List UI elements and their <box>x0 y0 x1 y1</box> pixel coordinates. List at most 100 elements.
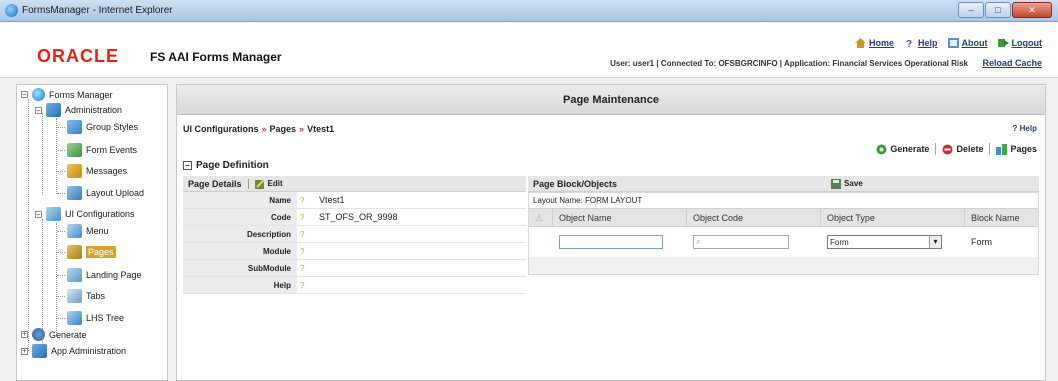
window-controls: – □ ✕ <box>958 2 1052 18</box>
maximize-button[interactable]: □ <box>985 2 1011 18</box>
help-icon[interactable]: ? <box>297 277 317 293</box>
generate-icon <box>32 328 45 341</box>
page-objects-bar: Page Block/Objects Save <box>528 176 1039 192</box>
tree-node-app-administration[interactable]: + App Administration <box>21 344 126 358</box>
top-links: Home ? Help About Logout <box>854 38 1042 48</box>
save-icon <box>831 178 842 189</box>
help-icon: ? <box>906 39 912 48</box>
lhs-tree: – Forms Manager – Administration Group S… <box>16 84 168 381</box>
collapse-icon[interactable]: – <box>35 210 42 218</box>
close-button[interactable]: ✕ <box>1012 2 1052 18</box>
tree-node-generate[interactable]: + Generate <box>21 328 87 341</box>
collapse-icon[interactable]: – <box>35 106 42 114</box>
globe-icon <box>32 88 45 101</box>
column-object-name[interactable]: Object Name <box>553 209 687 226</box>
home-icon <box>854 38 866 48</box>
minimize-button[interactable]: – <box>958 2 984 18</box>
page-title: Page Maintenance <box>177 85 1045 115</box>
chevron-down-icon[interactable]: ▾ <box>929 236 941 248</box>
home-link[interactable]: Home <box>854 38 894 48</box>
breadcrumb-separator: » <box>261 124 267 134</box>
table-row: ⌕ Form ▾ Form <box>529 227 1038 257</box>
pages-button[interactable]: Pages <box>996 143 1037 155</box>
objects-table-header: ⚠ Object Name Object Code Object Type Bl… <box>529 209 1038 227</box>
ui-configurations-icon <box>46 207 61 221</box>
form-events-icon <box>67 143 82 157</box>
landing-page-icon <box>67 268 82 282</box>
pages-icon <box>996 143 1008 155</box>
collapse-icon[interactable]: – <box>183 161 192 170</box>
breadcrumb-separator: » <box>299 124 305 134</box>
pages-icon <box>67 245 82 259</box>
collapse-icon[interactable]: – <box>21 91 28 98</box>
layout-upload-icon <box>67 186 82 200</box>
tree-node-layout-upload[interactable]: Layout Upload <box>67 186 144 200</box>
detail-row-submodule: SubModule ? <box>183 260 526 277</box>
sort-icon[interactable]: ⚠ <box>529 209 553 226</box>
help-icon[interactable]: ? <box>297 192 317 208</box>
page-details-bar: Page Details Edit <box>183 176 526 192</box>
main-panel: Page Maintenance UI Configurations» Pages… <box>176 84 1046 381</box>
tree-node-menu[interactable]: Menu <box>67 224 109 238</box>
window-titlebar: FormsManager - Internet Explorer – □ ✕ <box>0 0 1058 22</box>
object-code-input[interactable]: ⌕ <box>693 235 789 249</box>
logout-icon <box>997 39 1009 47</box>
window-title: FormsManager - Internet Explorer <box>22 5 173 16</box>
delete-icon <box>942 144 953 154</box>
internet-explorer-icon <box>5 4 18 17</box>
tree-node-pages[interactable]: Pages <box>67 245 116 259</box>
page-details-table: Name ? Vtest1 Code ? ST_OFS_OR_9998 Desc… <box>183 192 526 294</box>
column-block-name[interactable]: Block Name <box>965 209 1038 226</box>
tree-node-ui-configurations[interactable]: – UI Configurations <box>35 207 135 221</box>
tree-node-messages[interactable]: Messages <box>67 164 127 178</box>
breadcrumb-ui-configurations[interactable]: UI Configurations <box>183 124 259 134</box>
lhs-tree-icon <box>67 311 82 325</box>
app-header: ORACLE FS AAI Forms Manager Home ? Help … <box>0 22 1058 78</box>
messages-icon <box>67 164 82 178</box>
help-link[interactable]: ? Help <box>904 38 938 48</box>
oracle-logo: ORACLE <box>37 46 119 66</box>
tree-node-tabs[interactable]: Tabs <box>67 289 105 303</box>
gear-icon <box>876 144 887 154</box>
edit-button[interactable]: Edit <box>254 178 283 189</box>
column-object-type[interactable]: Object Type <box>821 209 965 226</box>
tabs-icon <box>67 289 82 303</box>
detail-row-description: Description ? <box>183 226 526 243</box>
save-button[interactable]: Save <box>831 178 863 189</box>
delete-button[interactable]: Delete <box>942 144 983 155</box>
tree-node-landing-page[interactable]: Landing Page <box>67 268 142 282</box>
page-definition-title[interactable]: – Page Definition <box>183 160 269 171</box>
layout-name: Layout Name: FORM LAYOUT <box>529 193 1038 209</box>
help-icon[interactable]: ? <box>297 260 317 276</box>
column-object-code[interactable]: Object Code <box>687 209 821 226</box>
breadcrumb-current: Vtest1 <box>307 124 335 134</box>
about-icon <box>947 38 959 48</box>
tree-node-forms-manager[interactable]: – Forms Manager <box>21 88 113 101</box>
object-name-input[interactable] <box>559 235 663 249</box>
expand-icon[interactable]: + <box>21 347 28 355</box>
detail-row-name: Name ? Vtest1 <box>183 192 526 209</box>
expand-icon[interactable]: + <box>21 331 28 338</box>
tree-node-group-styles[interactable]: Group Styles <box>67 120 138 134</box>
tree-node-lhs-tree[interactable]: LHS Tree <box>67 311 124 325</box>
action-bar: Generate Delete Pages <box>876 143 1037 155</box>
object-type-select[interactable]: Form ▾ <box>827 235 942 249</box>
logout-link[interactable]: Logout <box>997 38 1042 48</box>
about-link[interactable]: About <box>947 38 988 48</box>
user-connection-info: User: user1 | Connected To: OFSBGRCINFO … <box>610 59 968 68</box>
tree-node-administration[interactable]: – Administration <box>35 103 122 117</box>
tree-node-form-events[interactable]: Form Events <box>67 143 137 157</box>
help-link[interactable]: ? Help <box>1013 124 1037 133</box>
administration-icon <box>46 103 61 117</box>
group-styles-icon <box>67 120 82 134</box>
reload-cache-link[interactable]: Reload Cache <box>982 58 1042 68</box>
app-administration-icon <box>32 344 47 358</box>
breadcrumb-pages[interactable]: Pages <box>270 124 297 134</box>
generate-button[interactable]: Generate <box>876 144 929 155</box>
detail-row-code: Code ? ST_OFS_OR_9998 <box>183 209 526 226</box>
help-icon[interactable]: ? <box>297 226 317 242</box>
help-icon[interactable]: ? <box>297 243 317 259</box>
search-icon[interactable]: ⌕ <box>696 237 700 247</box>
page-objects-panel: Layout Name: FORM LAYOUT ⚠ Object Name O… <box>528 192 1039 275</box>
help-icon[interactable]: ? <box>297 209 317 225</box>
